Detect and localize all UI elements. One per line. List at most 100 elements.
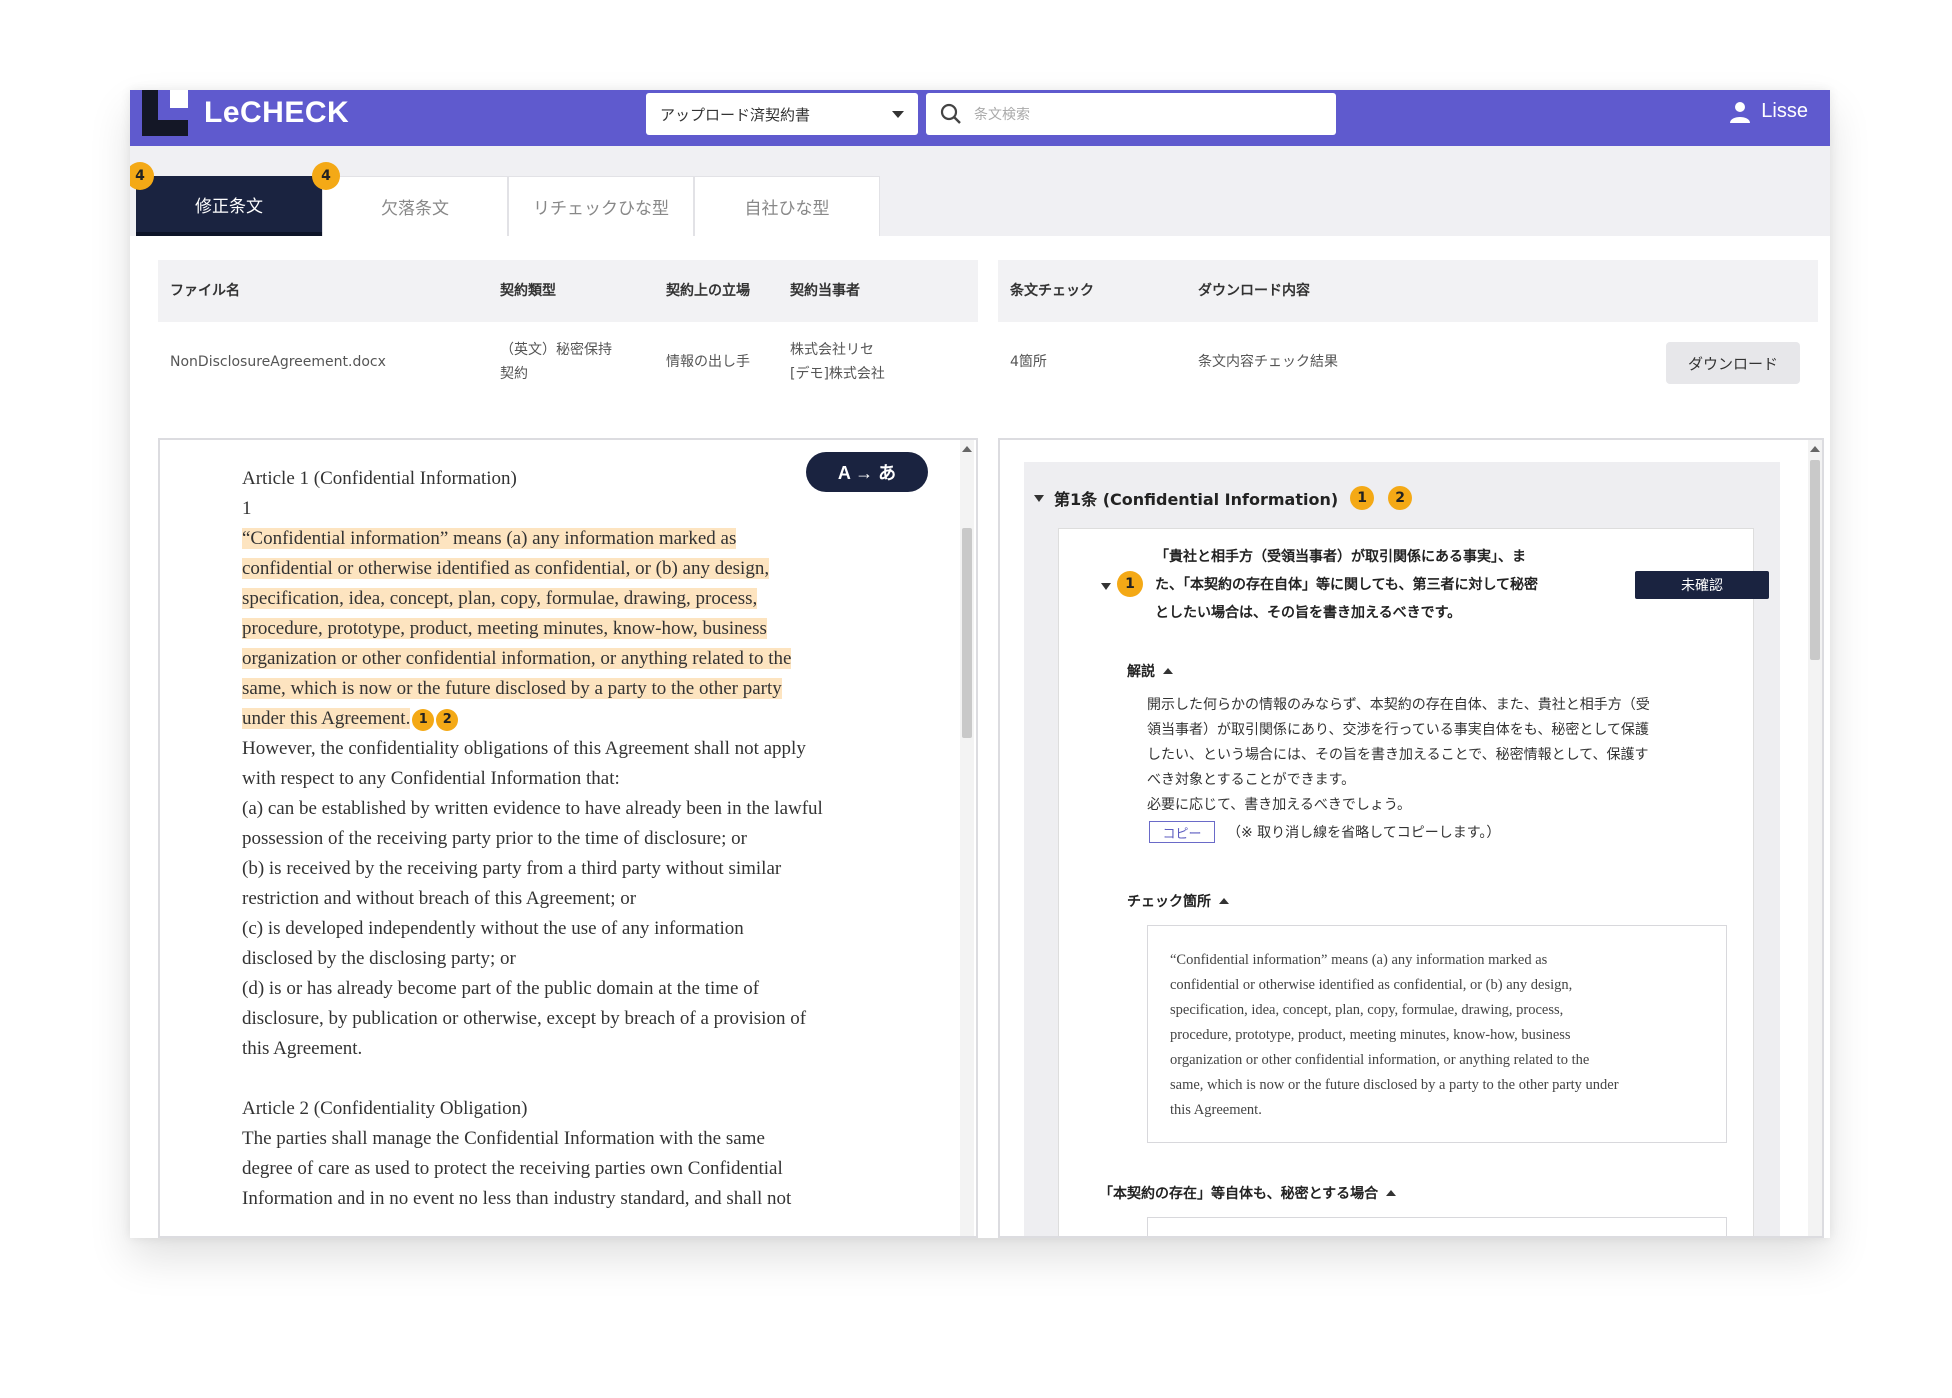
issue-line: としたい場合は、その旨を書き加えるべきです。 (1155, 605, 1462, 621)
scroll-up-icon[interactable] (962, 446, 972, 452)
lecheck-logo-icon (142, 90, 188, 136)
body-line: restriction and without breach of this A… (242, 888, 637, 909)
article-review-card: 第1条 (Confidential Information) 1 2 1 「貴社… (1024, 462, 1780, 1236)
chevron-down-icon (892, 110, 904, 118)
tab-missing-clauses[interactable]: 欠落条文 (322, 176, 508, 236)
issue-badge-1[interactable]: 1 (1117, 571, 1143, 597)
quote-line: “Confidential information” means (a) any… (1170, 952, 1548, 968)
contract-document: Article 1 (Confidential Information) 1 “… (242, 464, 882, 1214)
collapse-triangle-icon (1219, 898, 1229, 904)
contract-existence-toggle[interactable]: 「本契約の存在」等自体も、秘密とする場合 (1099, 1183, 1397, 1203)
issue-badge-1[interactable]: 1 (1350, 486, 1375, 510)
check-location-toggle[interactable]: チェック箇所 (1127, 891, 1229, 911)
collapse-triangle-icon (1163, 668, 1173, 674)
file-info-table: ファイル名 契約類型 契約上の立場 契約当事者 条文チェック ダウンロード内容 … (158, 260, 1818, 384)
col-header-file-name: ファイル名 (170, 283, 240, 299)
tab-recheck-template[interactable]: リチェックひな型 (508, 176, 694, 236)
cell-line: 契約 (500, 366, 528, 382)
review-pane: 第1条 (Confidential Information) 1 2 1 「貴社… (998, 438, 1824, 1238)
issue-marker-2[interactable]: 2 (436, 708, 459, 731)
collapse-triangle-icon[interactable] (1101, 583, 1111, 590)
section-heading: 解説 (1127, 664, 1155, 680)
explanation-toggle[interactable]: 解説 (1127, 661, 1173, 681)
cell-file-name: NonDisclosureAgreement.docx (170, 354, 386, 370)
explanation-text: 開示した何らかの情報のみならず、本契約の存在自体、また、貴社と相手方（受 領当事… (1147, 693, 1747, 818)
review-scrollbar[interactable] (1808, 440, 1822, 1236)
tab-company-template[interactable]: 自社ひな型 (694, 176, 880, 236)
table-header-bar (998, 260, 1818, 322)
tab-label: 修正条文 (195, 196, 263, 217)
contract-select[interactable]: アップロード済契約書 (646, 93, 918, 135)
body-line: (c) is developed independently without t… (242, 918, 744, 939)
explain-line: したい、という場合には、その旨を書き加えることで、秘密情報として、保護す (1147, 747, 1649, 763)
scroll-up-icon[interactable] (1810, 446, 1820, 452)
scrollbar-thumb[interactable] (1810, 460, 1820, 660)
body-line: with respect to any Confidential Informa… (242, 768, 620, 789)
user-name: Lisse (1761, 100, 1808, 122)
scrollbar-thumb[interactable] (962, 528, 972, 738)
body-line: Information and in no event no less than… (242, 1188, 792, 1209)
quote-line: specification, idea, concept, plan, copy… (1170, 1002, 1564, 1018)
section-heading: チェック箇所 (1127, 894, 1211, 910)
copy-button[interactable]: コピー (1149, 821, 1215, 843)
clause-search-input[interactable]: 条文検索 (926, 93, 1336, 135)
quote-line: confidential or otherwise identified as … (1170, 977, 1573, 993)
highlighted-line[interactable]: same, which is now or the future disclos… (242, 678, 782, 699)
download-button[interactable]: ダウンロード (1666, 342, 1800, 384)
user-icon (1730, 101, 1751, 123)
col-header-clause-check: 条文チェック (1010, 283, 1094, 299)
tab-revised-clauses[interactable]: 修正条文 (136, 176, 322, 236)
cell-download-content: 条文内容チェック結果 (1198, 354, 1338, 370)
tab-bar: 修正条文 欠落条文 リチェックひな型 自社ひな型 4 4 (130, 146, 1830, 236)
highlighted-line[interactable]: under this Agreement. (242, 708, 411, 729)
article-toggle[interactable]: 第1条 (Confidential Information) 1 2 (1034, 486, 1413, 510)
col-header-position: 契約上の立場 (666, 283, 750, 299)
highlighted-line[interactable]: specification, idea, concept, plan, copy… (242, 588, 758, 609)
issue-card: 1 「貴社と相手方（受領当事者）が取引関係にある事実」、ま た、「本契約の存在自… (1058, 528, 1769, 1236)
section-heading: 「本契約の存在」等自体も、秘密とする場合 (1099, 1186, 1379, 1202)
user-menu[interactable]: Lisse (1729, 100, 1808, 123)
collapse-triangle-icon (1386, 1190, 1397, 1196)
checked-clause-quote: “Confidential information” means (a) any… (1147, 925, 1727, 1143)
document-scrollbar[interactable] (960, 440, 974, 1236)
search-icon (940, 103, 961, 124)
quote-line: organization or other confidential infor… (1170, 1052, 1590, 1068)
body-line: disclosed by the disclosing party; or (242, 948, 516, 969)
search-placeholder: 条文検索 (974, 107, 1030, 123)
quote-line: this Agreement. (1170, 1102, 1262, 1118)
body-line: (d) is or has already become part of the… (242, 978, 760, 999)
body-line: this Agreement. (242, 1038, 363, 1059)
explain-line: べき対象とすることができます。 (1147, 772, 1356, 788)
highlighted-line[interactable]: procedure, prototype, product, meeting m… (242, 618, 767, 639)
top-header: LeCHECK アップロード済契約書 条文検索 Lisse (130, 90, 1830, 146)
explain-line: 必要に応じて、書き加えるべきでしょう。 (1147, 797, 1412, 813)
explain-line: 開示した何らかの情報のみならず、本契約の存在自体、また、貴社と相手方（受 (1147, 697, 1650, 713)
col-header-parties: 契約当事者 (790, 283, 860, 299)
issue-summary: 「貴社と相手方（受領当事者）が取引関係にある事実」、ま た、「本契約の存在自体」… (1155, 543, 1595, 627)
issue-line: た、「本契約の存在自体」等に関しても、第三者に対して秘密 (1155, 577, 1539, 593)
article-2-title: Article 2 (Confidentiality Obligation) (242, 1098, 528, 1119)
col-header-contract-type: 契約類型 (500, 283, 556, 299)
article-1-title: Article 1 (Confidential Information) (242, 468, 517, 489)
collapse-triangle-icon (1034, 494, 1044, 502)
cell-line: 株式会社リセ (790, 342, 874, 358)
highlighted-line[interactable]: “Confidential information” means (a) any… (242, 528, 737, 549)
cell-line: [デモ]株式会社 (790, 366, 885, 382)
issue-line: 「貴社と相手方（受領当事者）が取引関係にある事実」、ま (1155, 549, 1526, 565)
unconfirmed-status-button[interactable]: 未確認 (1635, 571, 1769, 599)
highlighted-line[interactable]: confidential or otherwise identified as … (242, 558, 770, 579)
body-line: However, the confidentiality obligations… (242, 738, 806, 759)
body-line: (b) is received by the receiving party f… (242, 858, 782, 879)
cell-line: （英文）秘密保持 (500, 342, 612, 358)
col-header-download-content: ダウンロード内容 (1198, 283, 1310, 299)
tab-count-badge: 4 (312, 162, 340, 190)
issue-badge-2[interactable]: 2 (1388, 486, 1413, 510)
body-line: possession of the receiving party prior … (242, 828, 747, 849)
explain-line: 領当事者）が取引関係にあり、交渉を行っている事実自体をも、秘密として保護 (1147, 722, 1649, 738)
issue-marker-1[interactable]: 1 (412, 708, 435, 731)
body-line: degree of care as used to protect the re… (242, 1158, 783, 1179)
cell-parties: 株式会社リセ [デモ]株式会社 (790, 338, 885, 386)
highlighted-line[interactable]: organization or other confidential infor… (242, 648, 792, 669)
article-1-number: 1 (242, 498, 252, 519)
body-line: The parties shall manage the Confidentia… (242, 1128, 765, 1149)
